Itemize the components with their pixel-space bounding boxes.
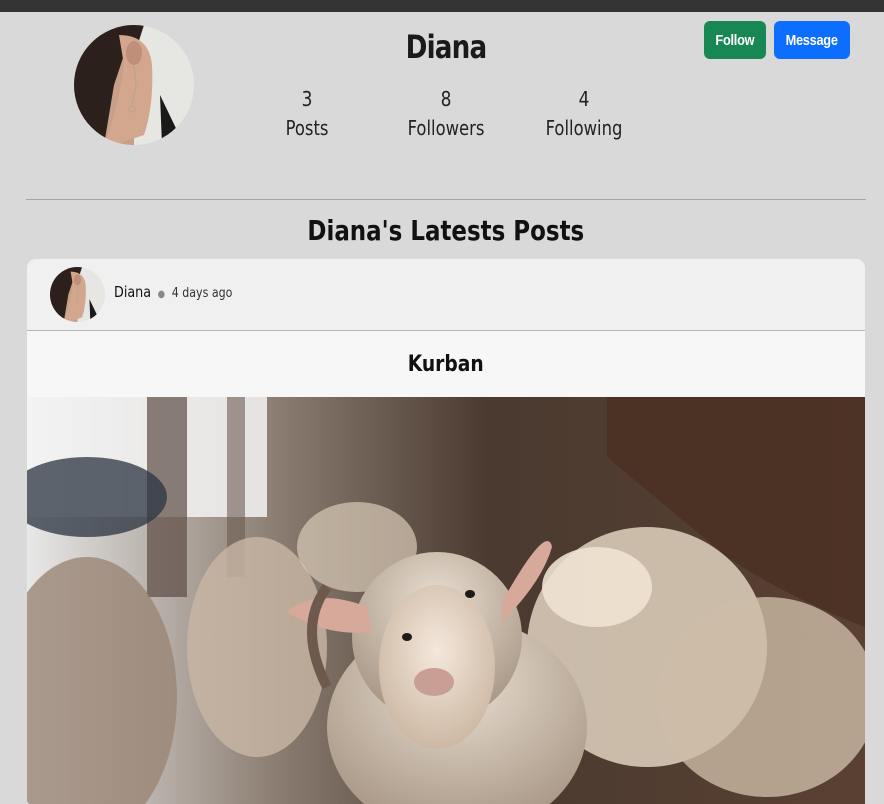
post-timestamp: 4 days ago [171,286,233,301]
posts-label: Posts [285,116,329,140]
post-card: Diana ● 4 days ago Kurban [27,259,865,804]
latest-posts-heading-text: Diana's Latests Posts [307,214,585,247]
posts-count: 3 [301,87,313,111]
latest-posts-heading: Diana's Latests Posts [26,214,866,247]
post-card-header: Diana ● 4 days ago [27,259,865,331]
post-image[interactable] [27,397,865,804]
following-count: 4 [578,87,590,111]
post-meta: Diana ● 4 days ago [114,283,232,301]
profile-name: Diana [405,28,488,66]
message-button[interactable]: Message [774,21,850,59]
profile-avatar [74,25,194,145]
stat-posts[interactable]: 3 Posts [247,86,367,144]
meta-separator: ● [157,289,166,300]
top-bar [0,0,884,12]
post-author-name[interactable]: Diana [114,283,151,301]
following-label: Following [545,116,623,140]
follow-button-label: Follow [715,31,755,49]
section-divider [26,199,866,200]
post-title-bar: Kurban [27,331,865,397]
follow-button[interactable]: Follow [704,21,766,59]
message-button-label: Message [785,31,839,49]
post-author-avatar[interactable] [50,267,105,322]
post-title: Kurban [407,351,485,377]
stat-followers[interactable]: 8 Followers [386,86,506,144]
followers-count: 8 [440,87,452,111]
stat-following[interactable]: 4 Following [524,86,644,144]
followers-label: Followers [407,116,485,140]
